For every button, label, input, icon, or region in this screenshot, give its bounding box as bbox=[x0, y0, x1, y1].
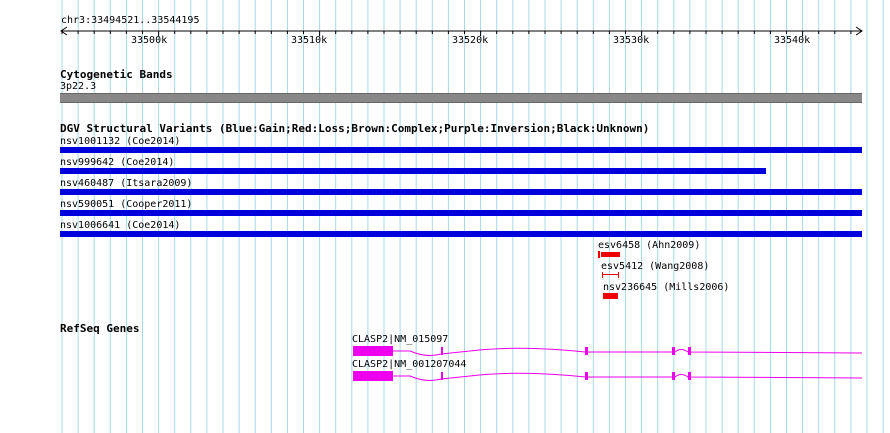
exon[interactable] bbox=[441, 372, 443, 380]
exon[interactable] bbox=[353, 346, 393, 356]
exon[interactable] bbox=[672, 347, 675, 355]
exon[interactable] bbox=[672, 372, 675, 380]
exon[interactable] bbox=[441, 347, 443, 355]
intron-line bbox=[393, 372, 863, 381]
exon[interactable] bbox=[688, 372, 691, 380]
genome-browser-view: chr3:33494521..33544195 33500k 33510k 33… bbox=[0, 0, 890, 433]
exon[interactable] bbox=[585, 347, 588, 355]
exon[interactable] bbox=[688, 347, 691, 355]
exon[interactable] bbox=[585, 372, 588, 380]
intron-line bbox=[393, 347, 863, 356]
exon[interactable] bbox=[353, 371, 393, 381]
refseq-gene-models[interactable] bbox=[0, 0, 890, 433]
